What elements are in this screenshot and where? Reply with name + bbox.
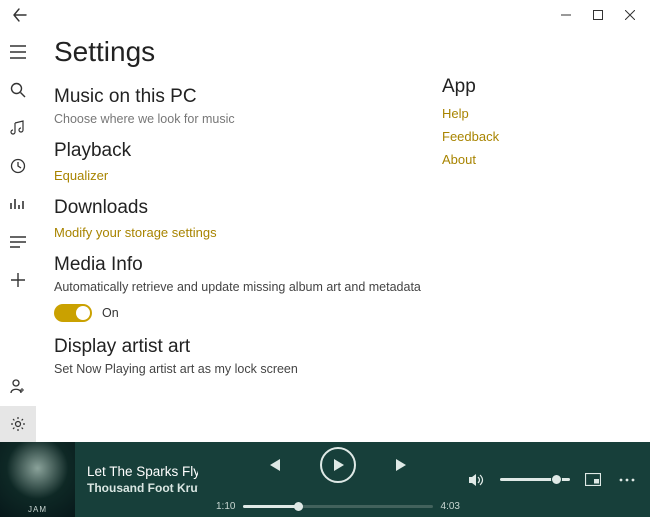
maximize-button[interactable]: [582, 0, 614, 30]
more-button[interactable]: [616, 469, 638, 491]
feedback-link[interactable]: Feedback: [442, 129, 632, 144]
equalizer-link[interactable]: Equalizer: [54, 168, 422, 183]
page-title: Settings: [54, 36, 422, 68]
gear-icon: [10, 416, 26, 432]
mediainfo-toggle-label: On: [102, 306, 119, 320]
sidebar-search[interactable]: [0, 72, 36, 108]
section-mediainfo-head: Media Info: [54, 254, 422, 276]
sidebar-playlists[interactable]: [0, 224, 36, 260]
plus-icon: [10, 272, 26, 288]
help-link[interactable]: Help: [442, 106, 632, 121]
sidebar-account[interactable]: [0, 368, 36, 404]
now-playing-bar: Let The Sparks Fly Thousand Foot Krutch …: [0, 442, 650, 517]
section-artistart-head: Display artist art: [54, 336, 422, 358]
more-icon: [619, 478, 635, 482]
person-icon: [10, 378, 26, 394]
volume-slider[interactable]: [500, 478, 570, 481]
section-music-head: Music on this PC: [54, 86, 422, 108]
section-artistart-body: Set Now Playing artist art as my lock sc…: [54, 362, 422, 376]
previous-button[interactable]: [264, 454, 286, 476]
volume-icon: [468, 472, 486, 488]
sidebar: [0, 30, 36, 442]
settings-main-column: Settings Music on this PC Choose where w…: [54, 36, 422, 442]
skip-back-icon: [266, 457, 284, 473]
storage-settings-link[interactable]: Modify your storage settings: [54, 225, 422, 240]
play-icon: [331, 458, 345, 472]
about-link[interactable]: About: [442, 152, 632, 167]
fullscreen-icon: [585, 473, 601, 486]
bars-icon: [10, 197, 26, 211]
section-playback-head: Playback: [54, 140, 422, 162]
mediainfo-toggle[interactable]: [54, 304, 92, 322]
sidebar-settings[interactable]: [0, 406, 36, 442]
time-elapsed: 1:10: [216, 501, 235, 512]
skip-forward-icon: [392, 457, 410, 473]
track-artist: Thousand Foot Krutch: [87, 481, 198, 495]
settings-app-column: App Help Feedback About: [442, 36, 632, 442]
sidebar-hamburger[interactable]: [0, 34, 36, 70]
playlist-icon: [10, 235, 26, 249]
album-art[interactable]: [0, 442, 75, 517]
progress-slider[interactable]: [243, 505, 432, 508]
play-button[interactable]: [320, 447, 356, 483]
next-button[interactable]: [390, 454, 412, 476]
music-note-icon: [10, 120, 26, 136]
sidebar-my-music[interactable]: [0, 110, 36, 146]
titlebar: [0, 0, 650, 30]
sidebar-recent[interactable]: [0, 148, 36, 184]
app-section-head: App: [442, 76, 632, 98]
fullscreen-button[interactable]: [582, 469, 604, 491]
time-total: 4:03: [441, 501, 460, 512]
section-mediainfo-body: Automatically retrieve and update missin…: [54, 280, 422, 294]
minimize-button[interactable]: [550, 0, 582, 30]
section-music-sub: Choose where we look for music: [54, 112, 422, 126]
search-icon: [10, 82, 26, 98]
section-downloads-head: Downloads: [54, 197, 422, 219]
sidebar-now-playing[interactable]: [0, 186, 36, 222]
track-title: Let The Sparks Fly: [87, 464, 198, 479]
volume-button[interactable]: [466, 469, 488, 491]
clock-icon: [10, 158, 26, 174]
close-button[interactable]: [614, 0, 646, 30]
sidebar-new-playlist[interactable]: [0, 262, 36, 298]
back-button[interactable]: [4, 0, 36, 30]
